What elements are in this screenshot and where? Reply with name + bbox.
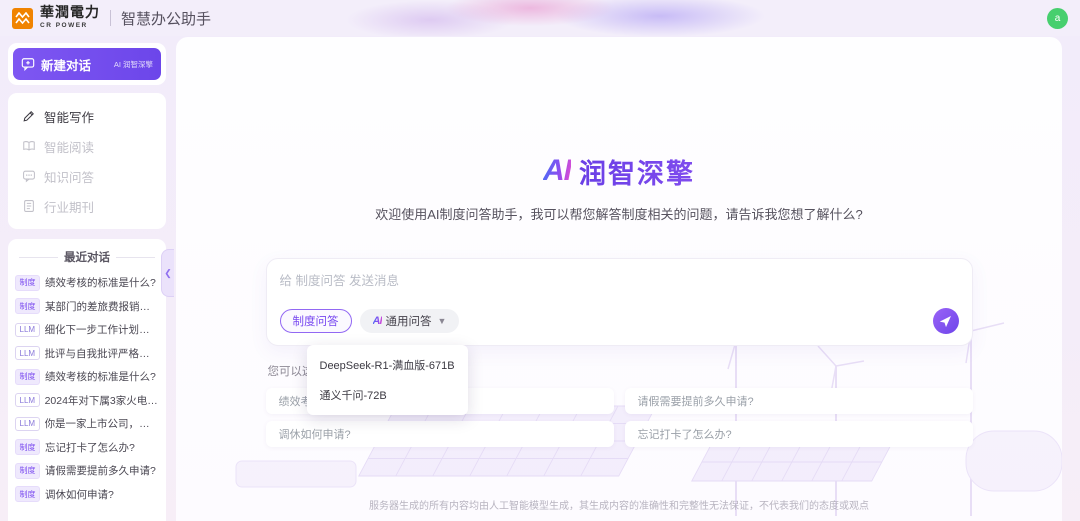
recent-chat-item[interactable]: 制度 忘记打卡了怎么办?: [15, 436, 159, 460]
brand-name-en: CR POWER: [40, 23, 100, 30]
chat-title: 2024年对下属3家火电和3家新能源...: [45, 393, 159, 408]
chat-bubble-icon: [22, 169, 36, 183]
new-chat-card: 新建对话 AI 润智深擎: [8, 43, 166, 85]
sidebar-item-knowledge-qa[interactable]: 知识问答: [8, 161, 166, 191]
user-avatar[interactable]: a: [1047, 8, 1068, 29]
recent-chat-item[interactable]: LLM 你是一家上市公司，公司规模2万余...: [15, 412, 159, 436]
chat-title: 某部门的差旅费报销单据中，发现...: [45, 299, 159, 314]
chat-title: 绩效考核的标准是什么?: [45, 275, 156, 290]
book-icon: [22, 139, 36, 153]
mode-pill-policy-qa[interactable]: 制度问答: [280, 309, 352, 333]
chat-title: 调休如何申请?: [45, 487, 114, 502]
app-title: 智慧办公助手: [121, 8, 211, 29]
chat-type-badge: 制度: [15, 298, 40, 314]
paper-plane-icon: [939, 315, 952, 328]
sidebar-item-label: 知识问答: [44, 167, 94, 186]
sidebar: 新建对话 AI 润智深擎 智能写作 智能阅读: [0, 36, 172, 521]
sidebar-item-smart-writing[interactable]: 智能写作: [8, 101, 166, 131]
top-header: 華潤電力 CR POWER 智慧办公助手 a: [0, 0, 1080, 36]
model-selector-pill[interactable]: AI 通用问答 ▼: [360, 309, 460, 333]
chevron-down-icon: ▼: [438, 316, 447, 326]
suggestion-card[interactable]: 调休如何申请?: [266, 421, 614, 447]
input-toolbar: 制度问答 AI 通用问答 ▼: [280, 308, 959, 334]
new-chat-button[interactable]: 新建对话 AI 润智深擎: [13, 48, 161, 80]
chat-type-badge: LLM: [15, 346, 40, 360]
model-option[interactable]: 通义千问-72B: [307, 380, 468, 410]
recent-chat-item[interactable]: LLM 细化下一步工作计划中的"定期检查...: [15, 318, 159, 342]
model-dropdown-menu: DeepSeek-R1-满血版-671B 通义千问-72B: [307, 345, 468, 415]
recent-chat-item[interactable]: 制度 调休如何申请?: [15, 483, 159, 507]
header-divider: [110, 10, 111, 26]
sidebar-item-smart-reading[interactable]: 智能阅读: [8, 131, 166, 161]
ai-logo-icon: AI: [543, 154, 571, 188]
chat-type-badge: LLM: [15, 323, 40, 337]
new-chat-label: 新建对话: [41, 55, 91, 74]
model-option[interactable]: DeepSeek-R1-满血版-671B: [307, 350, 468, 380]
sidebar-item-industry-journal[interactable]: 行业期刊: [8, 191, 166, 221]
chat-title: 你是一家上市公司，公司规模2万余...: [45, 416, 159, 431]
chat-type-badge: 制度: [15, 463, 40, 479]
recent-chat-item[interactable]: 制度 请假需要提前多久申请?: [15, 459, 159, 483]
recent-chat-item[interactable]: 制度 绩效考核的标准是什么?: [15, 365, 159, 389]
suggestion-card[interactable]: 忘记打卡了怎么办?: [625, 421, 973, 447]
welcome-message: 欢迎使用AI制度问答助手，我可以帮您解答制度相关的问题，请告诉我您想了解什么?: [266, 204, 973, 223]
chevron-left-icon: ❮: [164, 268, 172, 279]
suggestion-card[interactable]: 请假需要提前多久申请?: [625, 388, 973, 414]
recent-chat-item[interactable]: LLM 批评与自我批评严格对照3个方面查...: [15, 342, 159, 366]
chat-type-badge: 制度: [15, 439, 40, 455]
message-input-card: 制度问答 AI 通用问答 ▼ DeepSeek-R1-满血版-671B: [266, 258, 973, 346]
journal-icon: [22, 199, 36, 213]
cr-power-logo-icon: [12, 8, 33, 29]
sidebar-item-label: 智能阅读: [44, 137, 94, 156]
recent-chat-item[interactable]: 制度 某部门的差旅费报销单据中，发现...: [15, 295, 159, 319]
product-logo: AI 润智深擎: [266, 153, 973, 189]
ai-icon: AI: [373, 315, 382, 327]
chat-title: 请假需要提前多久申请?: [45, 463, 156, 478]
recent-chats-panel: 最近对话 制度 绩效考核的标准是什么? 制度 某部门的差旅费报销单据中，发现..…: [8, 239, 166, 521]
chat-title: 绩效考核的标准是什么?: [45, 369, 156, 384]
chat-type-badge: LLM: [15, 393, 40, 407]
recent-chats-list: 制度 绩效考核的标准是什么? 制度 某部门的差旅费报销单据中，发现... LLM…: [15, 271, 159, 506]
recent-chats-header: 最近对话: [19, 249, 155, 265]
ai-disclaimer: 服务器生成的所有内容均由人工智能模型生成，其生成内容的准确性和完整性无法保证，不…: [176, 497, 1062, 512]
chat-title: 批评与自我批评严格对照3个方面查...: [45, 346, 159, 361]
brand-name-cn: 華潤電力: [40, 7, 100, 21]
main-panel: AI 润智深擎 欢迎使用AI制度问答助手，我可以帮您解答制度相关的问题，请告诉我…: [176, 37, 1062, 521]
new-chat-icon: [21, 57, 35, 71]
recent-chat-item[interactable]: LLM 2024年对下属3家火电和3家新能源...: [15, 389, 159, 413]
sidebar-collapse-handle[interactable]: ❮: [161, 249, 174, 297]
product-name: 润智深擎: [579, 152, 695, 191]
sidebar-menu: 智能写作 智能阅读 知识问答 行业期刊: [8, 93, 166, 229]
chat-type-badge: LLM: [15, 417, 40, 431]
pen-icon: [22, 109, 36, 123]
send-button[interactable]: [933, 308, 959, 334]
chat-welcome-area: AI 润智深擎 欢迎使用AI制度问答助手，我可以帮您解答制度相关的问题，请告诉我…: [266, 37, 973, 447]
company-logo: 華潤電力 CR POWER: [12, 7, 100, 30]
message-input[interactable]: [280, 270, 959, 304]
chat-type-badge: 制度: [15, 369, 40, 385]
chat-title: 忘记打卡了怎么办?: [45, 440, 135, 455]
chat-title: 细化下一步工作计划中的"定期检查...: [45, 322, 159, 337]
sidebar-item-label: 行业期刊: [44, 197, 94, 216]
chat-type-badge: 制度: [15, 275, 40, 291]
recent-chats-title: 最近对话: [64, 249, 110, 265]
recent-chat-item[interactable]: 制度 绩效考核的标准是什么?: [15, 271, 159, 295]
new-chat-product-badge: AI 润智深擎: [114, 59, 153, 70]
chat-type-badge: 制度: [15, 486, 40, 502]
sidebar-item-label: 智能写作: [44, 107, 94, 126]
